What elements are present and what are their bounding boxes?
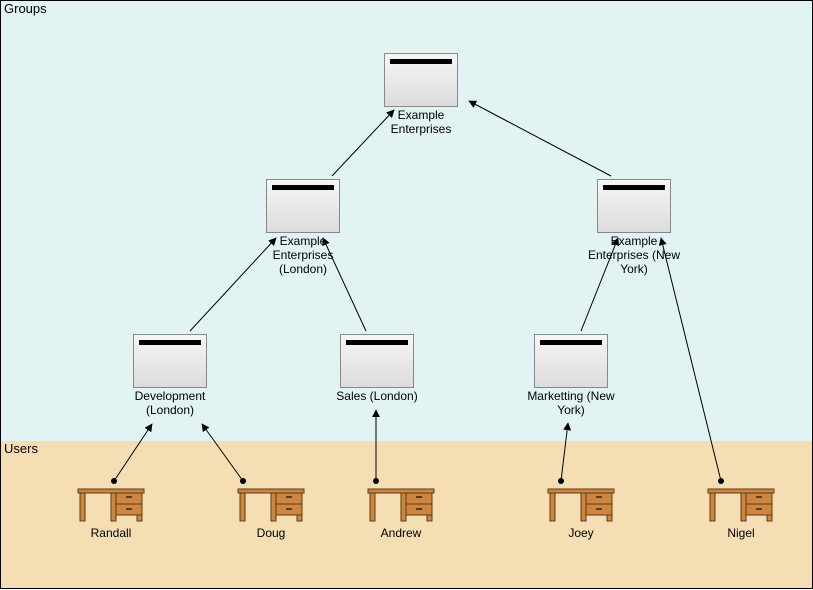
user-node-doug[interactable]: Doug: [211, 481, 331, 541]
group-label: Sales (London): [317, 390, 437, 404]
desk-icon: [546, 481, 616, 525]
group-label: ExampleEnterprises: [361, 109, 481, 137]
user-node-randall[interactable]: Randall: [51, 481, 171, 541]
group-node-newyork[interactable]: ExampleEnterprises (NewYork): [574, 179, 694, 276]
user-node-andrew[interactable]: Andrew: [341, 481, 461, 541]
window-icon: [340, 334, 414, 388]
group-node-marketing-ny[interactable]: Marketting (NewYork): [511, 334, 631, 418]
window-icon: [266, 179, 340, 233]
group-label: Marketting (NewYork): [511, 390, 631, 418]
desk-icon: [76, 481, 146, 525]
diagram-canvas: Groups Users: [0, 0, 813, 589]
desk-icon: [366, 481, 436, 525]
window-icon: [597, 179, 671, 233]
user-label: Nigel: [681, 527, 801, 541]
window-icon: [534, 334, 608, 388]
window-icon: [384, 53, 458, 107]
user-label: Randall: [51, 527, 171, 541]
user-label: Doug: [211, 527, 331, 541]
users-region-label: Users: [4, 441, 38, 456]
group-label: ExampleEnterprises (NewYork): [574, 235, 694, 276]
group-node-sales-london[interactable]: Sales (London): [317, 334, 437, 404]
desk-icon: [706, 481, 776, 525]
group-node-root[interactable]: ExampleEnterprises: [361, 53, 481, 137]
group-node-dev-london[interactable]: Development(London): [110, 334, 230, 418]
desk-icon: [236, 481, 306, 525]
window-icon: [133, 334, 207, 388]
user-node-nigel[interactable]: Nigel: [681, 481, 801, 541]
user-label: Joey: [521, 527, 641, 541]
user-label: Andrew: [341, 527, 461, 541]
groups-region-label: Groups: [4, 1, 47, 16]
group-node-london[interactable]: ExampleEnterprises(London): [243, 179, 363, 276]
group-label: ExampleEnterprises(London): [243, 235, 363, 276]
user-node-joey[interactable]: Joey: [521, 481, 641, 541]
group-label: Development(London): [110, 390, 230, 418]
